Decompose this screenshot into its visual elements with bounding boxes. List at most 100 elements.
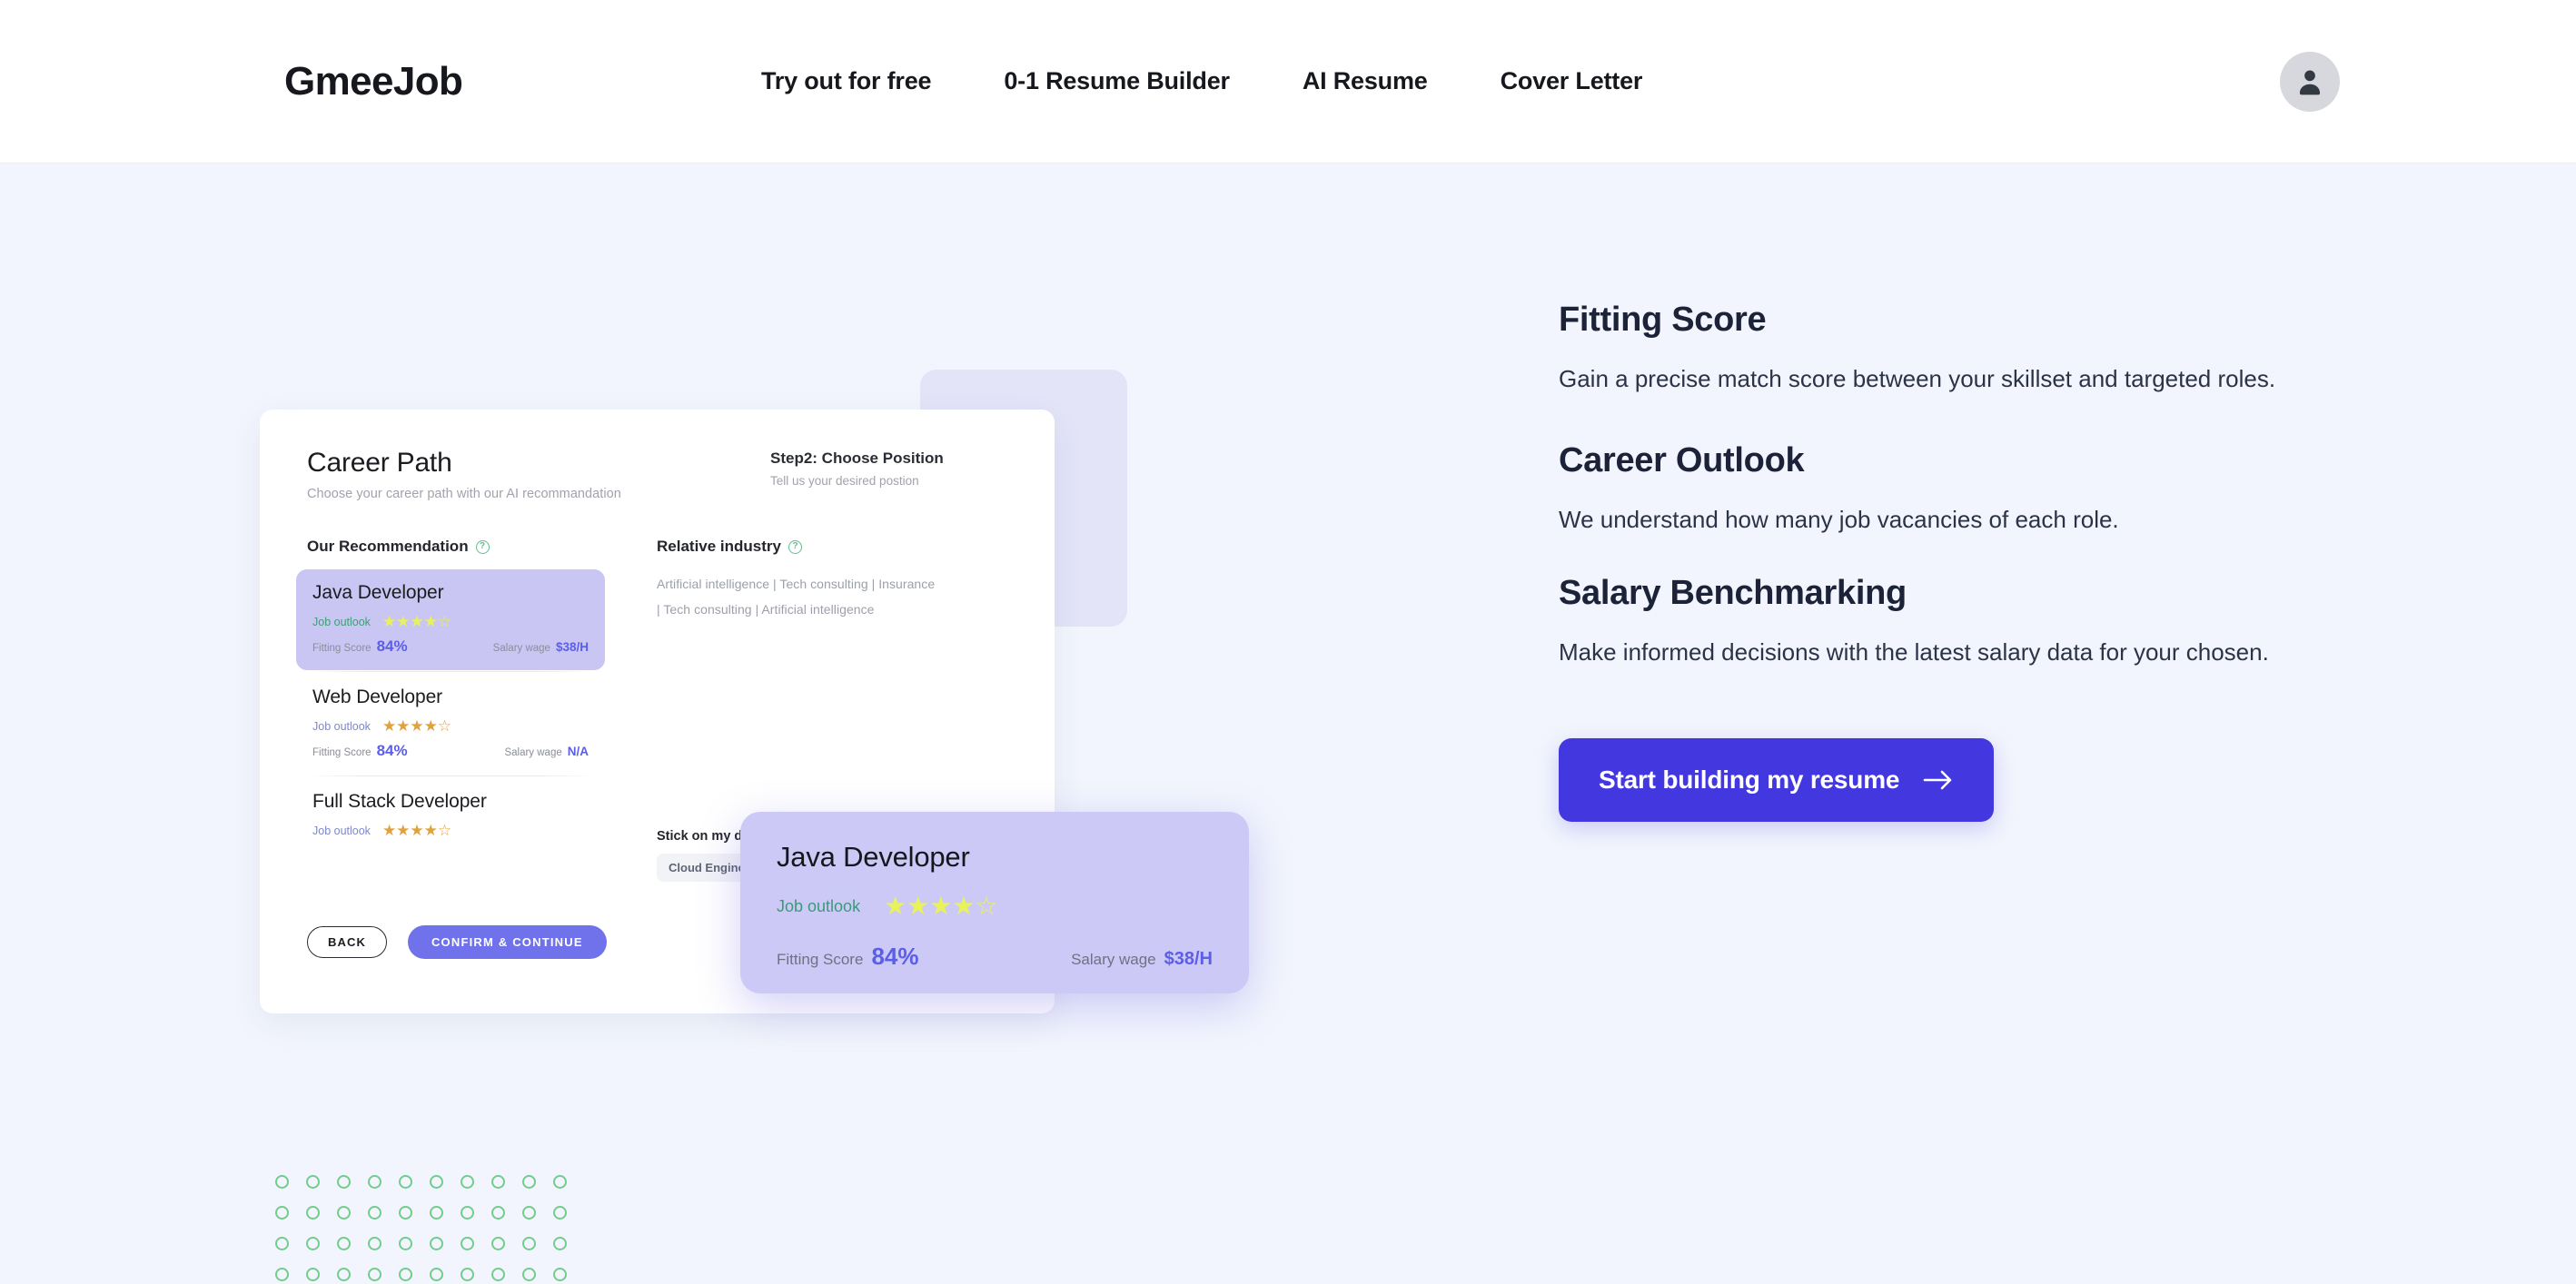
circle-outline-icon bbox=[430, 1268, 443, 1281]
circle-outline-icon bbox=[306, 1268, 320, 1281]
circle-outline-icon bbox=[337, 1237, 351, 1250]
relative-industry-label: Relative industry bbox=[657, 538, 781, 555]
hero-stage: Career Path Choose your career path with… bbox=[0, 164, 2576, 1284]
recommendation-fitting-value: 84% bbox=[376, 742, 408, 759]
floating-card-fitting-score: Fitting Score 84% bbox=[777, 943, 918, 971]
circle-outline-icon bbox=[522, 1268, 536, 1281]
feature-block-salary-benchmarking: Salary Benchmarking Make informed decisi… bbox=[1559, 574, 2358, 671]
start-building-resume-button[interactable]: Start building my resume bbox=[1559, 738, 1995, 823]
circle-outline-icon bbox=[461, 1268, 474, 1281]
feature-block-career-outlook: Career Outlook We understand how many jo… bbox=[1559, 441, 2358, 538]
mock-card-title: Career Path bbox=[307, 448, 452, 478]
circle-outline-icon bbox=[275, 1268, 289, 1281]
circle-outline-icon bbox=[399, 1206, 412, 1220]
nav-item-resume-builder[interactable]: 0-1 Resume Builder bbox=[1004, 67, 1230, 95]
recommendation-fitting-score: Fitting Score 84% bbox=[312, 742, 408, 760]
circle-outline-icon bbox=[368, 1237, 381, 1250]
feature-heading: Fitting Score bbox=[1559, 301, 1767, 339]
cta-label: Start building my resume bbox=[1599, 765, 1900, 795]
circle-outline-icon bbox=[461, 1237, 474, 1250]
circle-outline-icon bbox=[553, 1237, 567, 1250]
nav-item-cover-letter[interactable]: Cover Letter bbox=[1501, 67, 1643, 95]
recommendation-outlook-row: Job outlook ★★★★☆ bbox=[312, 823, 589, 838]
recommendation-role-name: Java Developer bbox=[312, 582, 444, 603]
recommendation-item[interactable]: Web Developer Job outlook ★★★★☆ Fitting Sco… bbox=[296, 671, 605, 775]
recommendation-fitting-label: Fitting Score bbox=[312, 643, 372, 654]
recommendation-metrics: Fitting Score 84% Salary wage N/A bbox=[312, 742, 589, 760]
feature-block-fitting-score: Fitting Score Gain a precise match score… bbox=[1559, 301, 2358, 398]
site-header: GmeeJob Try out for free 0-1 Resume Buil… bbox=[0, 0, 2576, 163]
brand-logo[interactable]: GmeeJob bbox=[284, 59, 463, 104]
circle-outline-icon bbox=[306, 1206, 320, 1220]
circle-outline-icon bbox=[399, 1268, 412, 1281]
floating-card-salary-value: $38/H bbox=[1164, 949, 1213, 969]
circle-outline-icon bbox=[275, 1175, 289, 1189]
mock-card-step-title: Step2: Choose Position bbox=[770, 449, 944, 467]
circle-outline-icon bbox=[368, 1268, 381, 1281]
recommendation-metrics: Fitting Score 84% Salary wage $38/H bbox=[312, 637, 589, 656]
recommendation-salary-value: N/A bbox=[567, 745, 589, 758]
circle-outline-icon bbox=[553, 1175, 567, 1189]
feature-body: We understand how many job vacancies of … bbox=[1559, 506, 2119, 534]
circle-outline-icon bbox=[275, 1206, 289, 1220]
floating-card-fitting-value: 84% bbox=[871, 943, 919, 970]
recommendation-fitting-label: Fitting Score bbox=[312, 747, 372, 758]
relative-industry-text: Artificial intelligence | Tech consultin… bbox=[657, 571, 947, 622]
main-navigation: Try out for free 0-1 Resume Builder AI R… bbox=[761, 67, 1642, 95]
circle-outline-icon bbox=[491, 1175, 505, 1189]
circle-outline-icon bbox=[461, 1206, 474, 1220]
recommendation-fitting-value: 84% bbox=[376, 637, 408, 655]
circle-outline-icon bbox=[337, 1206, 351, 1220]
question-mark-icon[interactable]: ? bbox=[788, 539, 802, 554]
our-recommendation-label: Our Recommendation bbox=[307, 538, 469, 555]
recommendation-list: Java Developer Job outlook ★★★★☆ Fitting Sc… bbox=[296, 569, 605, 864]
circle-outline-icon bbox=[368, 1206, 381, 1220]
question-mark-icon[interactable]: ? bbox=[475, 539, 490, 554]
recommendation-outlook-label: Job outlook bbox=[312, 615, 371, 628]
circle-outline-icon bbox=[306, 1237, 320, 1250]
decorative-dot-grid bbox=[275, 1175, 573, 1284]
circle-outline-icon bbox=[491, 1237, 505, 1250]
circle-outline-icon bbox=[368, 1175, 381, 1189]
feature-heading: Salary Benchmarking bbox=[1559, 573, 1907, 612]
recommendation-salary-label: Salary wage bbox=[504, 747, 562, 758]
circle-outline-icon bbox=[522, 1206, 536, 1220]
recommendation-salary-value: $38/H bbox=[555, 640, 589, 654]
mock-card-actions: BACK CONFIRM & CONTINUE bbox=[307, 925, 607, 959]
recommendation-item[interactable]: Java Developer Job outlook ★★★★☆ Fitting Sc… bbox=[296, 569, 605, 670]
circle-outline-icon bbox=[337, 1175, 351, 1189]
recommendation-item[interactable]: Full Stack Developer Job outlook ★★★★☆ bbox=[296, 775, 605, 861]
star-rating-icon: ★★★★☆ bbox=[381, 613, 452, 630]
floating-card-salary: Salary wage $38/H bbox=[1071, 949, 1213, 970]
arrow-right-icon bbox=[1923, 770, 1952, 790]
recommendation-salary: Salary wage $38/H bbox=[493, 639, 589, 656]
mock-card-step-subtitle: Tell us your desired postion bbox=[770, 474, 919, 488]
circle-outline-icon bbox=[430, 1237, 443, 1250]
floating-card-fitting-label: Fitting Score bbox=[777, 951, 864, 968]
circle-outline-icon bbox=[337, 1268, 351, 1281]
avatar[interactable] bbox=[2280, 51, 2340, 112]
nav-item-try-out-for-free[interactable]: Try out for free bbox=[761, 67, 932, 95]
user-avatar-icon bbox=[2299, 70, 2321, 94]
recommendation-salary: Salary wage N/A bbox=[504, 744, 589, 760]
nav-item-ai-resume[interactable]: AI Resume bbox=[1303, 67, 1428, 95]
recommendation-outlook-label: Job outlook bbox=[312, 719, 371, 733]
features-panel: Fitting Score Gain a precise match score… bbox=[1559, 301, 2358, 823]
confirm-and-continue-button[interactable]: CONFIRM & CONTINUE bbox=[407, 925, 607, 959]
feature-body: Make informed decisions with the latest … bbox=[1559, 637, 2269, 666]
back-button[interactable]: BACK bbox=[307, 926, 387, 958]
floating-card-outlook-row: Job outlook ★★★★☆ bbox=[777, 894, 1213, 919]
star-rating-icon: ★★★★☆ bbox=[381, 822, 452, 839]
circle-outline-icon bbox=[430, 1175, 443, 1189]
floating-card-salary-label: Salary wage bbox=[1071, 951, 1156, 968]
circle-outline-icon bbox=[491, 1206, 505, 1220]
circle-outline-icon bbox=[491, 1268, 505, 1281]
relative-industry-line-2: | Tech consulting | Artificial intellige… bbox=[657, 602, 875, 617]
circle-outline-icon bbox=[399, 1175, 412, 1189]
floating-java-developer-card[interactable]: Java Developer Job outlook ★★★★☆ Fitting… bbox=[740, 812, 1249, 993]
recommendation-outlook-row: Job outlook ★★★★☆ bbox=[312, 614, 589, 629]
recommendation-outlook-label: Job outlook bbox=[312, 824, 371, 837]
circle-outline-icon bbox=[522, 1237, 536, 1250]
circle-outline-icon bbox=[522, 1175, 536, 1189]
floating-card-outlook-label: Job outlook bbox=[777, 896, 861, 915]
